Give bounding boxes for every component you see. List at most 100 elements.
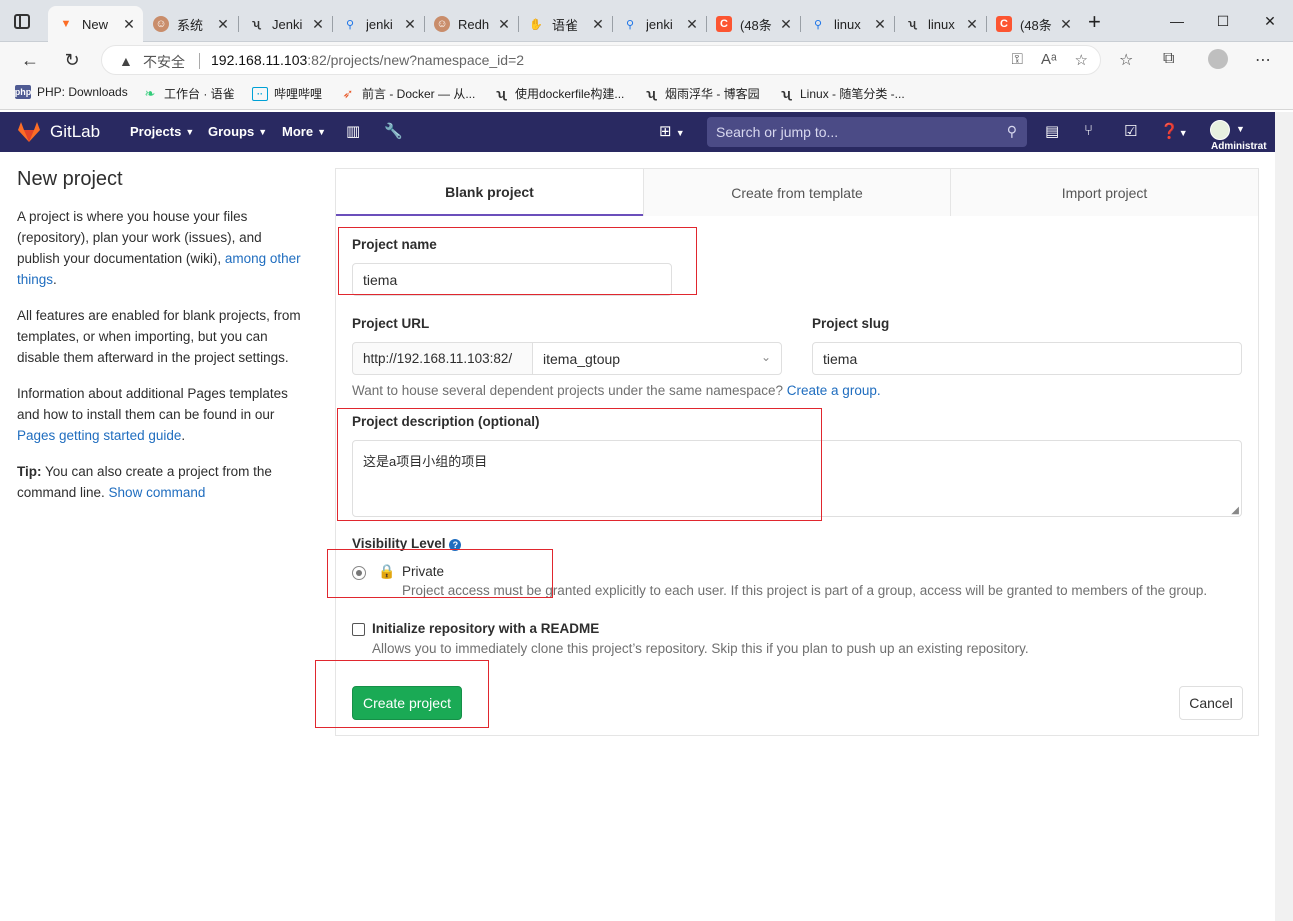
activity-chart-icon[interactable]: ▥ <box>346 122 360 140</box>
nav-more[interactable]: More ▼ <box>282 124 326 139</box>
gitlab-home-link[interactable]: GitLab <box>17 121 100 143</box>
close-icon[interactable]: ✕ <box>684 16 700 33</box>
chevron-down-icon: ▼ <box>185 126 195 137</box>
browser-tab[interactable]: ▼ New ✕ <box>48 6 143 42</box>
namespace-select[interactable]: itema_gtoup ⌄ <box>532 342 782 375</box>
avatar[interactable] <box>1210 120 1230 140</box>
pages-guide-link[interactable]: Pages getting started guide <box>17 428 181 443</box>
search-icon: ⚲ <box>1006 123 1017 139</box>
browser-tab[interactable]: ⚲ jenki ✕ <box>612 6 706 42</box>
more-menu-icon[interactable]: ⋯ <box>1255 50 1271 70</box>
read-aloud-icon[interactable]: A͏ᵃ <box>1041 51 1057 69</box>
bookmark-item[interactable]: ʯ 使用dockerfile构建... <box>493 85 624 102</box>
search-input[interactable] <box>707 117 1027 147</box>
scrollbar[interactable] <box>1275 112 1293 921</box>
browser-tab[interactable]: ʯ linux ✕ <box>894 6 986 42</box>
merge-request-icon[interactable]: ⑂ <box>1084 122 1093 139</box>
tab-blank-project[interactable]: Blank project <box>336 169 643 216</box>
key-icon[interactable]: ⚿ <box>1012 51 1023 69</box>
annotation-box <box>337 408 822 521</box>
browser-tab[interactable]: ⚲ linux ✕ <box>800 6 894 42</box>
back-button[interactable]: ← <box>16 48 44 72</box>
browser-tab[interactable]: ✋ 语雀 ✕ <box>518 6 612 42</box>
bookmark-item[interactable]: php PHP: Downloads <box>15 85 128 99</box>
maximize-button[interactable]: ☐ <box>1200 0 1246 42</box>
browser-tab[interactable]: ☺ 系统 ✕ <box>143 6 237 42</box>
issues-icon[interactable]: ▤ <box>1045 122 1059 140</box>
show-command-link[interactable]: Show command <box>109 485 206 500</box>
url-prefix: http://192.168.11.103:82/ <box>352 342 534 375</box>
close-icon[interactable]: ✕ <box>121 16 137 33</box>
tab-actions-icon[interactable] <box>14 14 30 29</box>
close-icon[interactable]: ✕ <box>1058 16 1074 33</box>
tab-create-from-template[interactable]: Create from template <box>643 169 950 216</box>
new-tab-button[interactable]: + <box>1088 9 1101 35</box>
search-icon: ⚲ <box>345 18 355 31</box>
chevron-down-icon[interactable]: ▼ <box>1236 124 1245 134</box>
browser-tab[interactable]: ⚲ jenki ✕ <box>332 6 424 42</box>
todo-icon[interactable]: ☑ <box>1124 122 1137 140</box>
nav-groups[interactable]: Groups ▼ <box>208 124 267 139</box>
url-field[interactable]: ▲ 不安全 192.168.11.103:82/projects/new?nam… <box>101 45 1101 75</box>
page-title: New project <box>17 168 123 190</box>
close-icon[interactable]: ✕ <box>872 16 888 33</box>
gitlab-icon: ▼ <box>60 18 72 30</box>
yuque-icon: ʯ <box>781 86 791 101</box>
bookmark-item[interactable]: ʯ 烟雨浮华 - 博客园 <box>643 85 759 102</box>
close-icon[interactable]: ✕ <box>778 16 794 33</box>
browser-tab[interactable]: C (48条 ✕ <box>706 6 800 42</box>
chevron-down-icon: ⌄ <box>760 350 771 364</box>
favorite-add-icon[interactable]: ☆ <box>1075 51 1088 69</box>
refresh-button[interactable]: ↻ <box>58 48 86 72</box>
annotation-box <box>338 227 697 295</box>
wrench-icon[interactable]: 🔧 <box>384 122 403 140</box>
resize-handle-icon[interactable]: ◢ <box>1231 505 1239 516</box>
bookmark-item[interactable]: ʯ Linux - 随笔分类 -... <box>778 85 904 102</box>
readme-label: Initialize repository with a README <box>372 621 600 636</box>
minimize-button[interactable]: — <box>1154 0 1200 42</box>
bookmark-item[interactable]: ·· 哔哩哔哩 <box>252 85 322 102</box>
close-icon[interactable]: ✕ <box>964 16 980 33</box>
close-icon[interactable]: ✕ <box>402 16 418 33</box>
yuque-icon: ʯ <box>496 86 506 101</box>
search-icon: ⚲ <box>625 18 635 31</box>
bookmark-item[interactable]: ➶ 前言 - Docker — 从... <box>340 85 476 102</box>
rocket-icon: ➶ <box>342 85 354 101</box>
annotation-box <box>327 549 553 598</box>
gitlab-navbar: GitLab Projects▼ Groups▼ More▼ ▥ 🔧 ⊞ ▼ ⚲… <box>0 112 1275 152</box>
bookmark-item[interactable]: ❧ 工作台 · 语雀 <box>142 85 235 102</box>
csdn-icon: C <box>996 16 1012 32</box>
yuque-icon: ʯ <box>907 18 917 30</box>
nav-projects[interactable]: Projects ▼ <box>130 124 194 139</box>
cancel-button[interactable]: Cancel <box>1179 686 1243 720</box>
new-item-plus-icon[interactable]: ⊞ ▼ <box>659 122 685 140</box>
close-icon[interactable]: ✕ <box>215 16 231 33</box>
search-box[interactable]: ⚲ <box>707 117 1027 147</box>
user-label[interactable]: Administrat <box>1211 141 1267 152</box>
collections-icon[interactable]: ⧉ <box>1163 50 1174 68</box>
profile-avatar[interactable] <box>1208 49 1228 69</box>
chevron-down-icon: ▼ <box>258 126 268 137</box>
favorites-icon[interactable]: ☆ <box>1119 50 1133 70</box>
project-slug-input[interactable]: tiema <box>812 342 1242 375</box>
browser-tab[interactable]: ☺ Redh ✕ <box>424 6 518 42</box>
warning-icon: ▲ <box>119 53 133 69</box>
tab-import-project[interactable]: Import project <box>950 169 1258 216</box>
avatar-icon: ☺ <box>434 16 450 32</box>
yuque-leaf-icon: ❧ <box>144 85 156 101</box>
close-icon[interactable]: ✕ <box>590 16 606 33</box>
pages-text: Information about additional Pages templ… <box>17 386 288 443</box>
browser-tab[interactable]: ʯ Jenki ✕ <box>238 6 332 42</box>
window-close-button[interactable]: ✕ <box>1247 0 1293 42</box>
create-group-link[interactable]: Create a group. <box>787 383 881 398</box>
features-text: All features are enabled for blank proje… <box>17 308 301 365</box>
project-type-tabs: Blank project Create from template Impor… <box>336 169 1258 216</box>
close-icon[interactable]: ✕ <box>310 16 326 33</box>
browser-tab[interactable]: C (48条 ✕ <box>986 6 1080 42</box>
readme-help-text: Allows you to immediately clone this pro… <box>372 641 1029 656</box>
yuque-icon: ʯ <box>251 18 261 30</box>
readme-checkbox[interactable] <box>352 623 365 636</box>
avatar-icon: ☺ <box>153 16 169 32</box>
help-icon[interactable]: ❓▼ <box>1160 122 1188 140</box>
close-icon[interactable]: ✕ <box>496 16 512 33</box>
